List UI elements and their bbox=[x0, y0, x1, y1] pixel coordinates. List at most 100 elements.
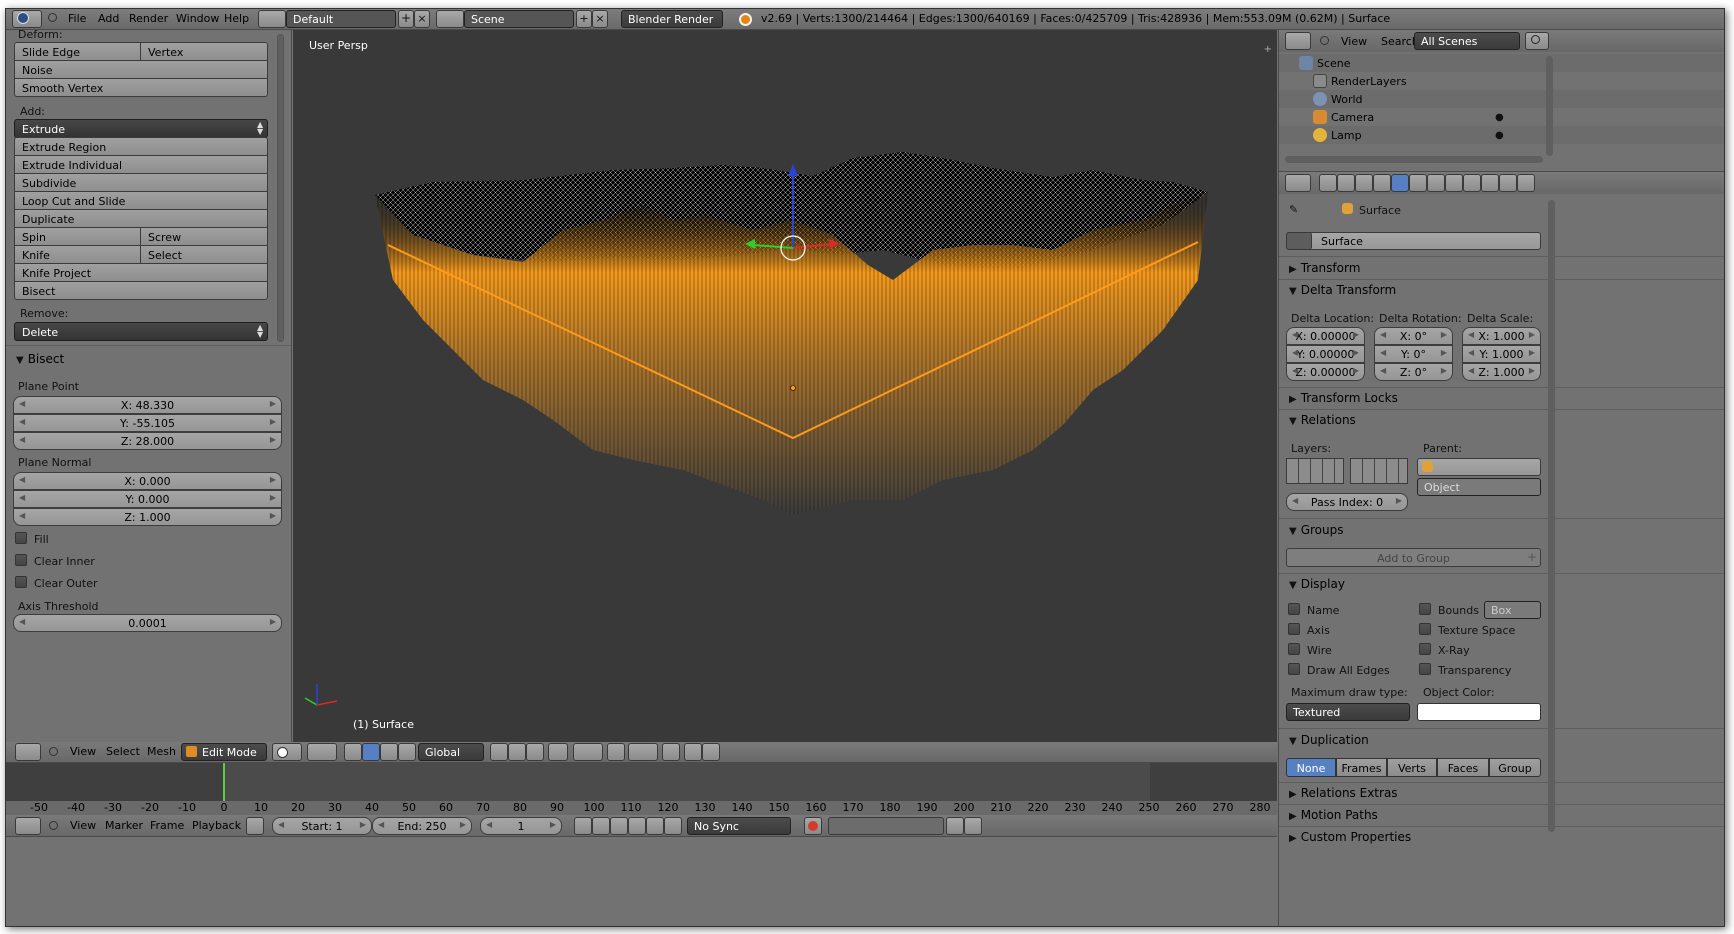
texture-context-tab[interactable] bbox=[1481, 174, 1499, 192]
duplication-panel-header[interactable]: ▼ Duplication bbox=[1289, 733, 1369, 747]
sync-mode-select[interactable]: No Sync bbox=[687, 817, 791, 835]
delete-select[interactable]: Delete bbox=[14, 322, 268, 341]
add-group-plus-icon[interactable]: + bbox=[1527, 550, 1537, 564]
camera-visibility-eye-icon[interactable]: ● bbox=[1495, 112, 1504, 123]
delta-location-z[interactable]: ◀ Z: 0.00000 ▶ bbox=[1286, 363, 1365, 381]
outliner-filter-select[interactable]: All Scenes bbox=[1414, 32, 1520, 50]
face-select-mode[interactable] bbox=[526, 743, 544, 761]
jump-start-button[interactable] bbox=[574, 817, 592, 835]
outliner-search-button[interactable] bbox=[1525, 32, 1549, 50]
plane-normal-y[interactable]: ◀ Y: 0.000 ▶ bbox=[13, 490, 282, 508]
texture-space-checkbox[interactable] bbox=[1419, 623, 1431, 635]
delta-scale-z[interactable]: ◀ Z: 1.000 ▶ bbox=[1462, 363, 1541, 381]
opengl-render-button[interactable] bbox=[662, 743, 680, 761]
draw-all-edges-checkbox[interactable] bbox=[1288, 663, 1300, 675]
current-frame-marker[interactable] bbox=[223, 763, 225, 801]
jump-keyframe-back-button[interactable] bbox=[592, 817, 610, 835]
jump-keyframe-forward-button[interactable] bbox=[646, 817, 664, 835]
dup-group-tab[interactable]: Group bbox=[1489, 758, 1541, 777]
menu-add[interactable]: Add bbox=[98, 12, 119, 25]
terrain-mesh[interactable] bbox=[293, 30, 1277, 742]
fill-checkbox[interactable] bbox=[15, 532, 27, 544]
display-wire-checkbox[interactable] bbox=[1288, 643, 1300, 655]
clear-inner-checkbox[interactable] bbox=[15, 554, 27, 566]
tool-shelf-scrollbar[interactable] bbox=[277, 34, 284, 342]
add-to-group-button[interactable]: Add to Group bbox=[1286, 548, 1541, 567]
dup-verts-tab[interactable]: Verts bbox=[1387, 758, 1437, 777]
editor-type-button[interactable] bbox=[12, 10, 42, 28]
data-context-tab[interactable] bbox=[1445, 174, 1463, 192]
add-scene-button[interactable]: + bbox=[576, 10, 592, 28]
knife-select-button[interactable]: Select bbox=[140, 245, 268, 264]
extrude-region-button[interactable]: Extrude Region bbox=[14, 137, 268, 156]
display-bounds-checkbox[interactable] bbox=[1419, 603, 1431, 615]
loop-cut-button[interactable]: Loop Cut and Slide bbox=[14, 191, 268, 210]
physics-context-tab[interactable] bbox=[1517, 174, 1535, 192]
knife-button[interactable]: Knife bbox=[14, 245, 141, 264]
object-name-field[interactable]: Surface bbox=[1286, 232, 1541, 250]
delta-rotation-x[interactable]: ◀ X: 0° ▶ bbox=[1374, 327, 1453, 345]
delta-scale-x[interactable]: ◀ X: 1.000 ▶ bbox=[1462, 327, 1541, 345]
delta-transform-panel-header[interactable]: ▼ Delta Transform bbox=[1289, 283, 1396, 297]
relations-panel-header[interactable]: ▼ Relations bbox=[1289, 413, 1356, 427]
view3d-collapse-icon[interactable] bbox=[49, 747, 58, 756]
transform-panel-header[interactable]: ▶ Transform bbox=[1289, 261, 1360, 275]
material-context-tab[interactable] bbox=[1463, 174, 1481, 192]
insert-keyframe-button[interactable] bbox=[946, 817, 964, 835]
display-axis-checkbox[interactable] bbox=[1288, 623, 1300, 635]
plane-point-y[interactable]: ◀ Y: -55.105 ▶ bbox=[13, 414, 282, 432]
plane-point-x[interactable]: ◀ X: 48.330 ▶ bbox=[13, 396, 282, 414]
object-data-icon-button[interactable] bbox=[1286, 232, 1312, 250]
3d-viewport[interactable]: User Persp + (1) Surface bbox=[293, 30, 1277, 742]
edge-select-mode[interactable] bbox=[508, 743, 526, 761]
bounds-type-select[interactable]: Box bbox=[1484, 601, 1541, 619]
delete-screen-button[interactable]: × bbox=[414, 10, 430, 28]
outliner-vscrollbar[interactable] bbox=[1546, 56, 1553, 156]
outliner-editor-type-button[interactable] bbox=[1285, 32, 1311, 50]
layer-grid-right[interactable] bbox=[1350, 458, 1408, 484]
display-panel-header[interactable]: ▼ Display bbox=[1289, 577, 1345, 591]
delete-scene-button[interactable]: × bbox=[592, 10, 608, 28]
axis-threshold-field[interactable]: ◀ 0.0001 ▶ bbox=[13, 614, 282, 632]
delta-rotation-z[interactable]: ◀ Z: 0° ▶ bbox=[1374, 363, 1453, 381]
extrude-individual-button[interactable]: Extrude Individual bbox=[14, 155, 268, 174]
end-frame-field[interactable]: ◀ End: 250 ▶ bbox=[372, 817, 472, 835]
timeline-menu-view[interactable]: View bbox=[70, 819, 96, 832]
render-context-tab[interactable] bbox=[1319, 174, 1337, 192]
snap-button[interactable] bbox=[628, 743, 658, 761]
lamp-visibility-eye-icon[interactable]: ● bbox=[1495, 130, 1504, 141]
plane-point-z[interactable]: ◀ Z: 28.000 ▶ bbox=[13, 432, 282, 450]
groups-panel-header[interactable]: ▼ Groups bbox=[1289, 523, 1344, 537]
dup-frames-tab[interactable]: Frames bbox=[1336, 758, 1387, 777]
proportional-edit-button[interactable] bbox=[573, 743, 603, 761]
view3d-menu-view[interactable]: View bbox=[70, 745, 96, 758]
vertex-button[interactable]: Vertex bbox=[140, 42, 268, 61]
vertex-select-mode[interactable] bbox=[490, 743, 508, 761]
clear-outer-checkbox[interactable] bbox=[15, 576, 27, 588]
transform-orientation-select[interactable]: Global bbox=[418, 743, 484, 761]
particles-context-tab[interactable] bbox=[1499, 174, 1517, 192]
dup-none-tab[interactable]: None bbox=[1286, 758, 1336, 777]
screen-layout-icon[interactable] bbox=[258, 10, 286, 28]
world-context-tab[interactable] bbox=[1373, 174, 1391, 192]
max-draw-type-select[interactable]: Textured bbox=[1286, 703, 1410, 721]
pass-index-field[interactable]: ◀ Pass Index: 0 ▶ bbox=[1286, 493, 1408, 511]
layer-grid-left[interactable] bbox=[1286, 458, 1344, 484]
view3d-menu-mesh[interactable]: Mesh bbox=[147, 745, 176, 758]
plane-normal-x[interactable]: ◀ X: 0.000 ▶ bbox=[13, 472, 282, 490]
display-name-checkbox[interactable] bbox=[1288, 603, 1300, 615]
pin-icon[interactable]: ✎ bbox=[1289, 203, 1298, 216]
knife-project-button[interactable]: Knife Project bbox=[14, 263, 268, 282]
spin-button[interactable]: Spin bbox=[14, 227, 141, 246]
add-screen-button[interactable]: + bbox=[398, 10, 414, 28]
menu-help[interactable]: Help bbox=[224, 12, 249, 25]
slide-edge-button[interactable]: Slide Edge bbox=[14, 42, 141, 61]
delta-scale-y[interactable]: ◀ Y: 1.000 ▶ bbox=[1462, 345, 1541, 363]
rotate-manipulator[interactable] bbox=[380, 743, 398, 761]
opengl-animation-button[interactable] bbox=[702, 743, 720, 761]
render-engine-select[interactable]: Blender Render bbox=[621, 10, 723, 28]
current-frame-field[interactable]: ◀ 1 ▶ bbox=[480, 817, 562, 835]
parent-type-select[interactable]: Object bbox=[1417, 478, 1541, 496]
screw-button[interactable]: Screw bbox=[140, 227, 268, 246]
motion-paths-panel-header[interactable]: ▶ Motion Paths bbox=[1289, 808, 1378, 822]
